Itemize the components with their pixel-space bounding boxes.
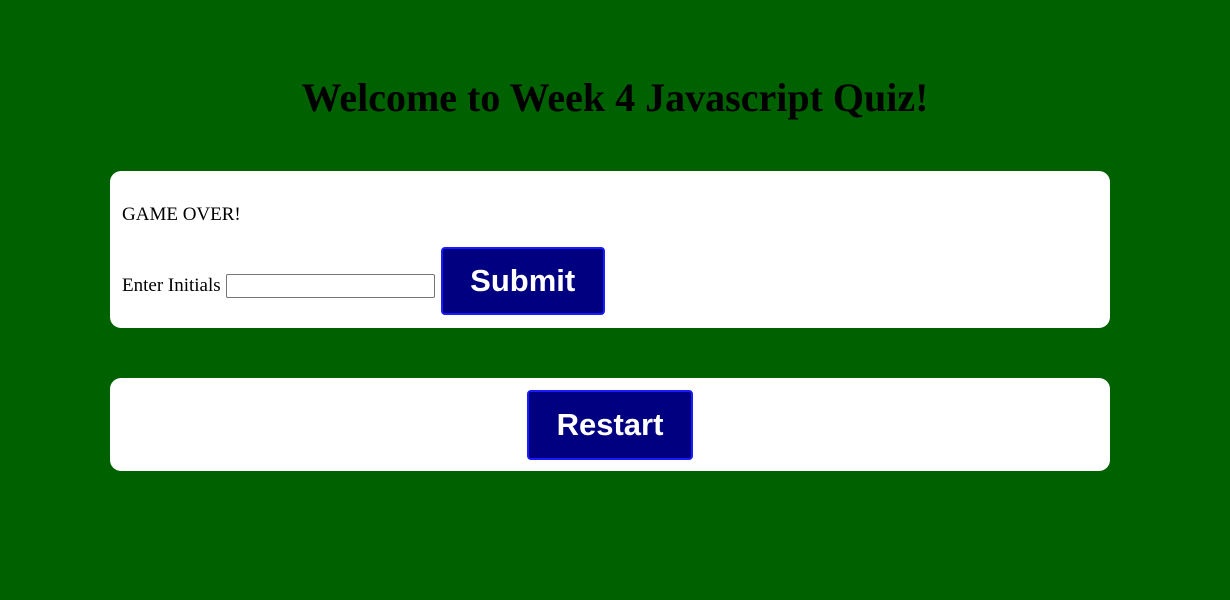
page-title: Welcome to Week 4 Javascript Quiz!	[301, 75, 929, 120]
game-over-text: GAME OVER!	[122, 204, 241, 225]
restart-button[interactable]: Restart	[527, 389, 693, 460]
initials-form: Enter Initials Submit	[122, 247, 605, 315]
submit-button[interactable]: Submit	[440, 247, 605, 315]
restart-card: Restart	[110, 378, 1110, 471]
result-card: GAME OVER! Enter Initials Submit	[110, 171, 1110, 328]
initials-input[interactable]	[225, 274, 435, 298]
initials-label: Enter Initials	[122, 275, 221, 296]
